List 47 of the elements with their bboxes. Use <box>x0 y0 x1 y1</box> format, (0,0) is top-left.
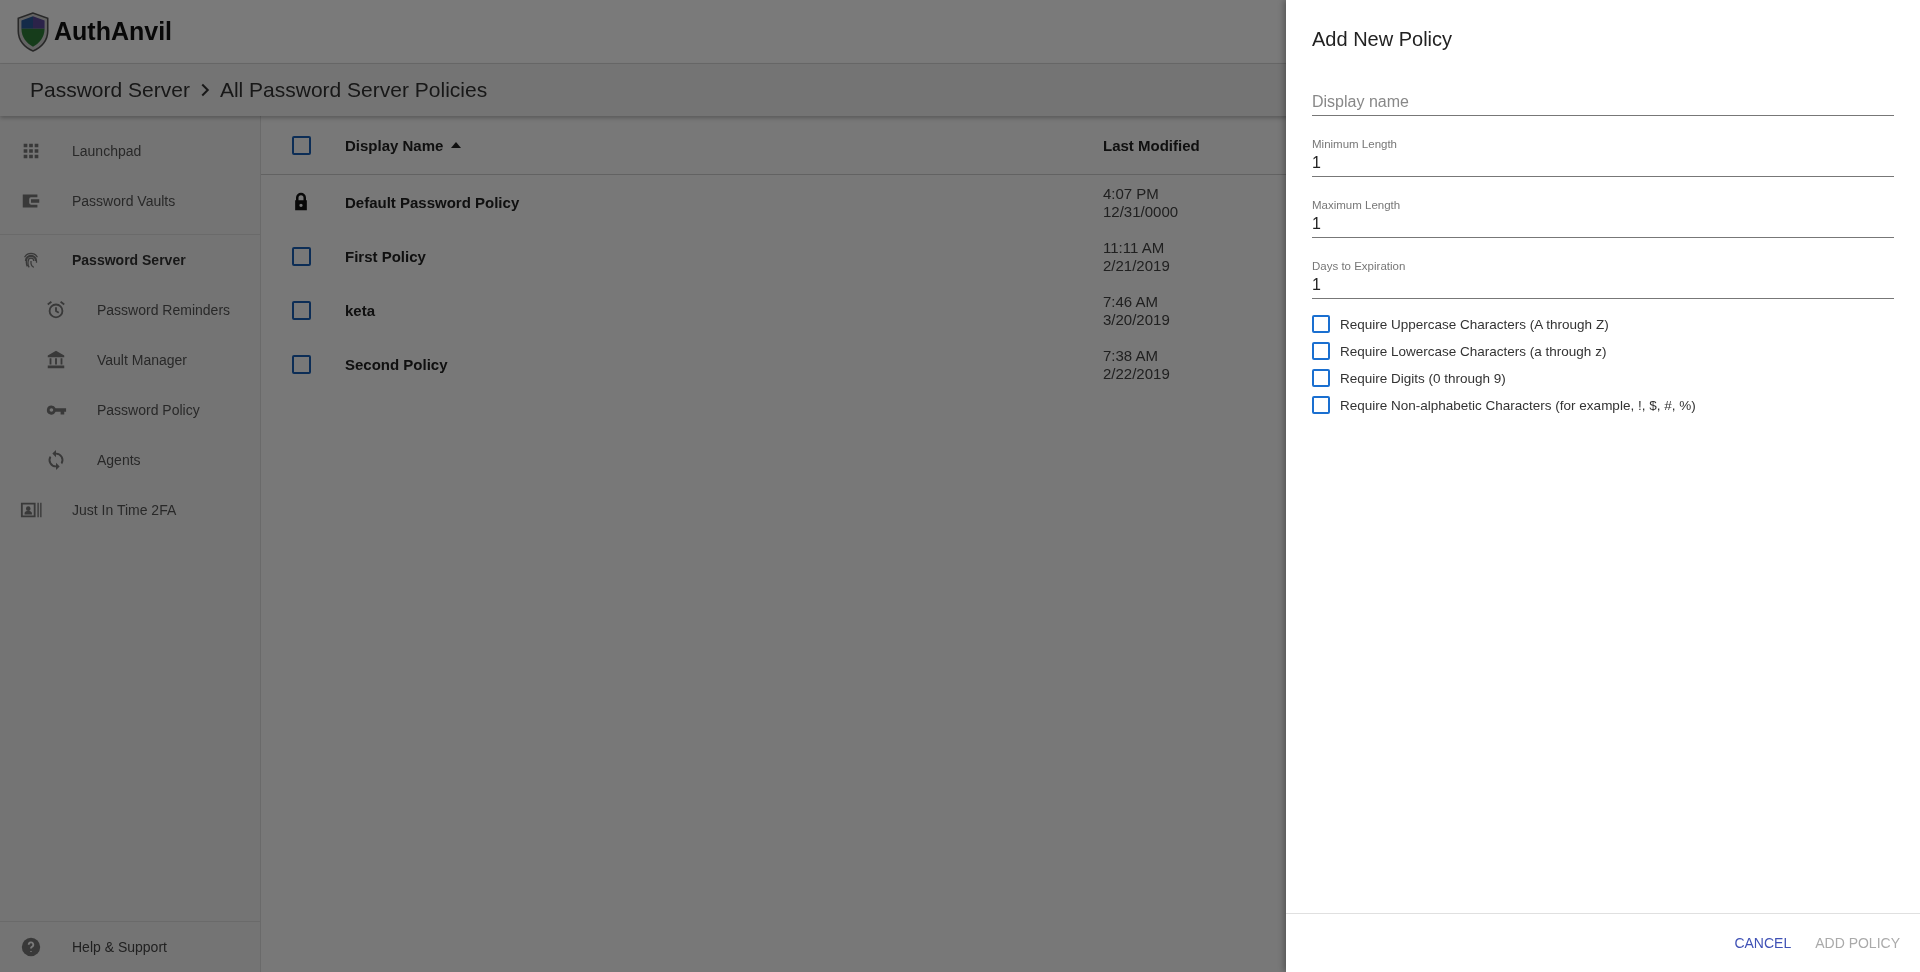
field-label: Maximum Length <box>1312 199 1402 211</box>
option-checkbox[interactable] <box>1312 342 1330 360</box>
shield-logo-icon <box>16 11 50 52</box>
column-header[interactable]: Display Name <box>345 136 444 154</box>
modified-date: 2/21/2019 <box>1103 256 1170 274</box>
modified-date: 3/20/2019 <box>1103 310 1170 328</box>
field-label: Minimum Length <box>1312 138 1398 150</box>
row-checkbox[interactable] <box>291 354 311 374</box>
app-logo-text: AuthAnvil <box>54 17 173 46</box>
alarm-clock-icon <box>45 299 67 321</box>
sidebar-item[interactable]: Password Vaults <box>0 176 260 226</box>
option-checkbox[interactable] <box>1312 369 1330 387</box>
drawer-action-button[interactable]: CANCEL <box>1726 927 1800 959</box>
row-checkbox[interactable] <box>291 300 311 320</box>
option-checkbox[interactable] <box>1312 396 1330 414</box>
policy-name[interactable]: Default Password Policy <box>345 193 520 211</box>
modified-time: 7:46 AM <box>1103 292 1159 310</box>
field-label: Days to Expiration <box>1312 260 1407 272</box>
sidebar-item[interactable]: Password Server <box>0 234 260 285</box>
sidebar-subitem[interactable]: Agents <box>0 435 260 485</box>
bank-icon <box>45 349 67 371</box>
option-label: Require Uppercase Characters (A through Z) <box>1340 316 1609 332</box>
sidebar-subitem[interactable]: Password Reminders <box>0 285 260 335</box>
help-icon <box>20 936 42 958</box>
select-all-checkbox[interactable] <box>291 135 311 155</box>
modified-time: 4:07 PM <box>1103 184 1159 202</box>
policy-name[interactable]: Second Policy <box>345 355 448 373</box>
breadcrumb-item[interactable]: Password Server <box>30 78 190 102</box>
help-support-link[interactable]: Help & Support <box>0 921 260 972</box>
option-label: Require Non-alphabetic Characters (for example, !, $, #, %) <box>1340 397 1696 413</box>
drawer-title: Add New Policy <box>1312 28 1454 51</box>
sidebar-subitem[interactable]: Password Policy <box>0 385 260 435</box>
column-header[interactable]: Last Modified <box>1103 136 1200 154</box>
option-checkbox[interactable] <box>1312 315 1330 333</box>
modified-time: 7:38 AM <box>1103 346 1159 364</box>
modified-time: 11:11 AM <box>1103 238 1165 256</box>
policy-name[interactable]: First Policy <box>345 247 426 265</box>
policy-name[interactable]: keta <box>345 301 376 319</box>
modified-date: 2/22/2019 <box>1103 364 1170 382</box>
breadcrumb-item: All Password Server Policies <box>219 78 488 102</box>
option-label: Require Lowercase Characters (a through z) <box>1340 343 1607 359</box>
modified-date: 12/31/0000 <box>1103 202 1179 220</box>
row-checkbox[interactable] <box>291 246 311 266</box>
sidebar-item[interactable]: Launchpad <box>0 126 260 176</box>
sidebar-item[interactable]: Just In Time 2FA <box>0 485 260 535</box>
sidebar-subitem[interactable]: Vault Manager <box>0 335 260 385</box>
option-label: Require Digits (0 through 9) <box>1340 370 1506 386</box>
